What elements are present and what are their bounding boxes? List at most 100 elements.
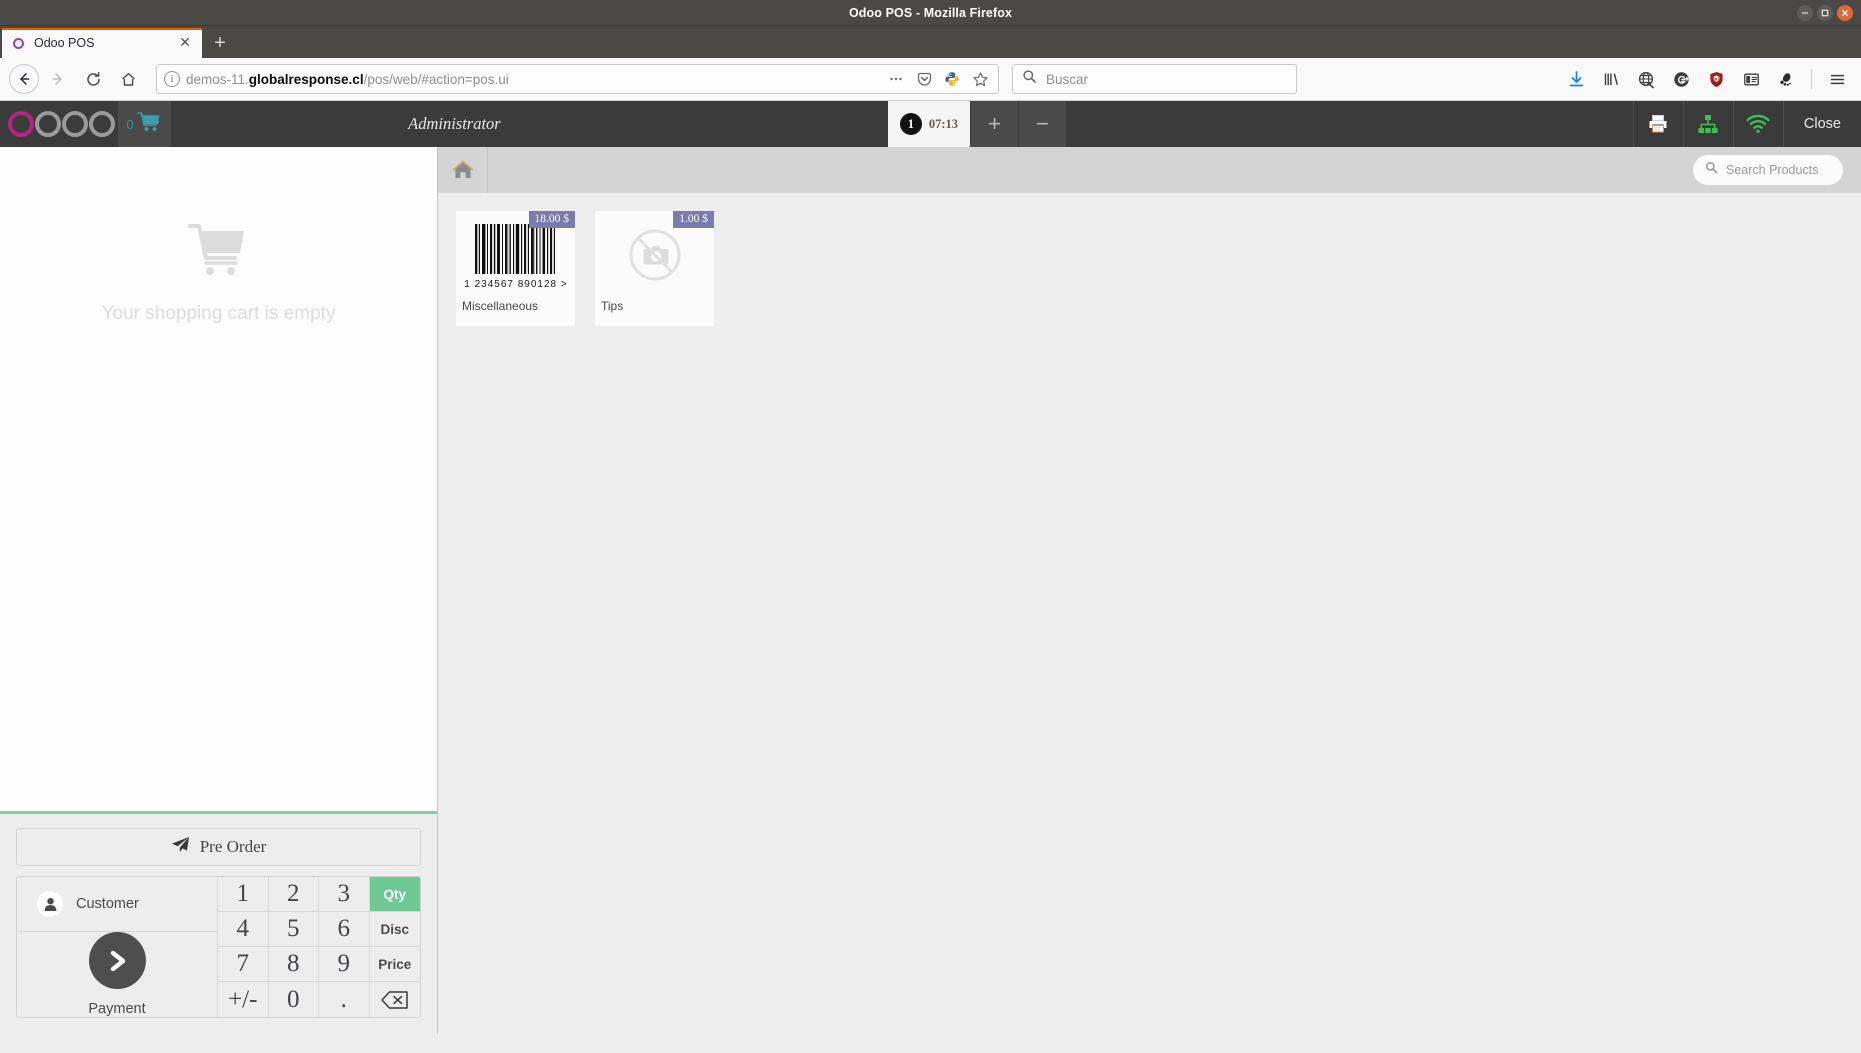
pre-order-button[interactable]: Pre Order — [16, 828, 421, 866]
numpad-key-4[interactable]: 4 — [218, 912, 269, 947]
pos-body: Your shopping cart is empty Pre Order Cu… — [0, 147, 1861, 1034]
bookmark-star-icon[interactable] — [969, 68, 991, 90]
empty-cart-message: Your shopping cart is empty — [101, 303, 336, 324]
actionpad-left: Customer Payment — [17, 877, 217, 1017]
hamburger-menu-icon[interactable] — [1822, 64, 1852, 94]
product-header-spacer — [488, 147, 1693, 193]
order-lines-empty-state: Your shopping cart is empty — [0, 147, 437, 814]
product-name: Miscellaneous — [462, 299, 539, 313]
browser-search-bar[interactable]: Buscar — [1012, 64, 1297, 94]
printer-icon[interactable] — [1632, 101, 1683, 147]
pos-header: 0 Administrator 1 07:13 + − Close — [0, 101, 1861, 147]
numpad-key-sign[interactable]: +/- — [218, 982, 269, 1017]
new-tab-button[interactable]: + — [202, 28, 238, 58]
product-search-box[interactable]: Search Products — [1693, 155, 1843, 185]
window-minimize-button[interactable] — [1797, 5, 1813, 21]
window-controls — [1797, 0, 1853, 26]
cart-count: 0 — [126, 116, 134, 132]
browser-tab[interactable]: Odoo POS ✕ — [2, 28, 202, 58]
numpad-key-1[interactable]: 1 — [218, 877, 269, 912]
numpad-key-9[interactable]: 9 — [319, 947, 370, 982]
gplus-circle-icon[interactable] — [1666, 64, 1696, 94]
search-icon — [1022, 69, 1037, 89]
odoo-logo-letter-d — [35, 111, 61, 137]
pos-cart-button[interactable]: 0 — [118, 101, 171, 147]
browser-toolbar-icons: uO — [1561, 64, 1852, 94]
product-grid: 18.00 $ 1 234567 890128 > Miscellaneous … — [438, 193, 1861, 1034]
wifi-icon[interactable] — [1732, 101, 1783, 147]
pocket-icon[interactable] — [913, 68, 935, 90]
window-title: Odoo POS - Mozilla Firefox — [848, 5, 1013, 20]
web-globe-icon[interactable] — [1631, 64, 1661, 94]
numpad-mode-disc[interactable]: Disc — [369, 912, 420, 947]
url-text: demos-11.globalresponse.cl/pos/web/#acti… — [186, 71, 509, 87]
product-card[interactable]: 1.00 $ Tips — [595, 211, 714, 326]
downloads-icon[interactable] — [1561, 64, 1591, 94]
window-titlebar: Odoo POS - Mozilla Firefox — [0, 0, 1861, 26]
numpad-wrapper: Customer Payment 1 2 3 Qty 4 5 6 Disc 7 … — [16, 876, 421, 1018]
reader-sidebar-icon[interactable] — [1736, 64, 1766, 94]
numpad-key-5[interactable]: 5 — [268, 912, 319, 947]
odoo-logo-letter-o3 — [89, 111, 115, 137]
home-icon[interactable] — [112, 63, 144, 95]
backspace-icon[interactable] — [370, 982, 421, 1017]
svg-text:1 234567 890128 >: 1 234567 890128 > — [464, 279, 567, 290]
product-card[interactable]: 18.00 $ 1 234567 890128 > Miscellaneous — [456, 211, 575, 326]
empty-cart-icon — [187, 222, 250, 283]
close-icon[interactable]: ✕ — [177, 35, 193, 51]
home-icon[interactable] — [438, 147, 488, 193]
gnome-foot-icon[interactable] — [1771, 64, 1801, 94]
product-panel-header: Search Products — [438, 147, 1861, 193]
pos-close-button[interactable]: Close — [1782, 101, 1861, 147]
browser-tab-title: Odoo POS — [34, 36, 95, 50]
chevron-right-icon — [88, 932, 146, 989]
url-bar[interactable]: i demos-11.globalresponse.cl/pos/web/#ac… — [156, 64, 999, 94]
site-info-icon[interactable]: i — [164, 71, 180, 87]
window-maximize-button[interactable] — [1817, 5, 1833, 21]
numpad-key-0[interactable]: 0 — [269, 982, 319, 1017]
forward-icon[interactable] — [42, 63, 74, 95]
shopping-cart-icon — [136, 111, 163, 138]
numpad-mode-qty[interactable]: Qty — [369, 877, 420, 912]
set-customer-button[interactable]: Customer — [17, 877, 217, 932]
order-tab-1[interactable]: 1 07:13 — [887, 101, 971, 147]
ublock-shield-icon[interactable]: uO — [1701, 64, 1731, 94]
reload-icon[interactable] — [77, 63, 109, 95]
paper-plane-icon — [171, 836, 190, 858]
payment-button[interactable]: Payment — [17, 932, 217, 1017]
toolbar-separator — [1811, 69, 1812, 89]
user-icon — [37, 891, 63, 917]
pos-header-spacer — [1066, 101, 1633, 147]
remove-order-button[interactable]: − — [1018, 101, 1067, 147]
payment-label: Payment — [88, 1001, 146, 1017]
numpad-key-decimal[interactable]: . — [319, 982, 370, 1017]
network-sitemap-icon[interactable] — [1682, 101, 1733, 147]
pos-order-panel: Your shopping cart is empty Pre Order Cu… — [0, 147, 438, 1034]
product-price: 18.00 $ — [528, 211, 575, 228]
pos-application: 0 Administrator 1 07:13 + − Close Your s… — [0, 101, 1861, 1034]
window-close-button[interactable] — [1837, 5, 1853, 21]
numpad-key-6[interactable]: 6 — [319, 912, 370, 947]
numpad: 1 2 3 Qty 4 5 6 Disc 7 8 9 Price +/- 0 . — [217, 877, 420, 1017]
customer-label: Customer — [76, 896, 139, 912]
search-icon — [1705, 161, 1718, 179]
back-icon[interactable] — [9, 64, 39, 94]
python-extension-icon[interactable] — [941, 68, 963, 90]
add-order-button[interactable]: + — [970, 101, 1019, 147]
pos-user-area[interactable]: Administrator — [171, 101, 888, 147]
order-time: 07:13 — [928, 116, 959, 131]
numpad-key-7[interactable]: 7 — [218, 947, 269, 982]
pos-product-panel: Search Products 18.00 $ 1 234567 890128 … — [438, 147, 1861, 1034]
numpad-key-2[interactable]: 2 — [268, 877, 319, 912]
pos-order-tabs: 1 07:13 + − — [887, 101, 1067, 147]
search-input[interactable]: Buscar — [1046, 72, 1088, 87]
numpad-key-8[interactable]: 8 — [268, 947, 319, 982]
numpad-key-3[interactable]: 3 — [319, 877, 370, 912]
odoo-logo[interactable] — [0, 101, 118, 147]
browser-navbar: i demos-11.globalresponse.cl/pos/web/#ac… — [0, 58, 1861, 101]
page-actions-icon[interactable] — [885, 68, 907, 90]
product-search-input[interactable]: Search Products — [1726, 163, 1818, 177]
numpad-mode-price[interactable]: Price — [369, 947, 420, 982]
pre-order-label: Pre Order — [199, 837, 267, 856]
library-icon[interactable] — [1596, 64, 1626, 94]
